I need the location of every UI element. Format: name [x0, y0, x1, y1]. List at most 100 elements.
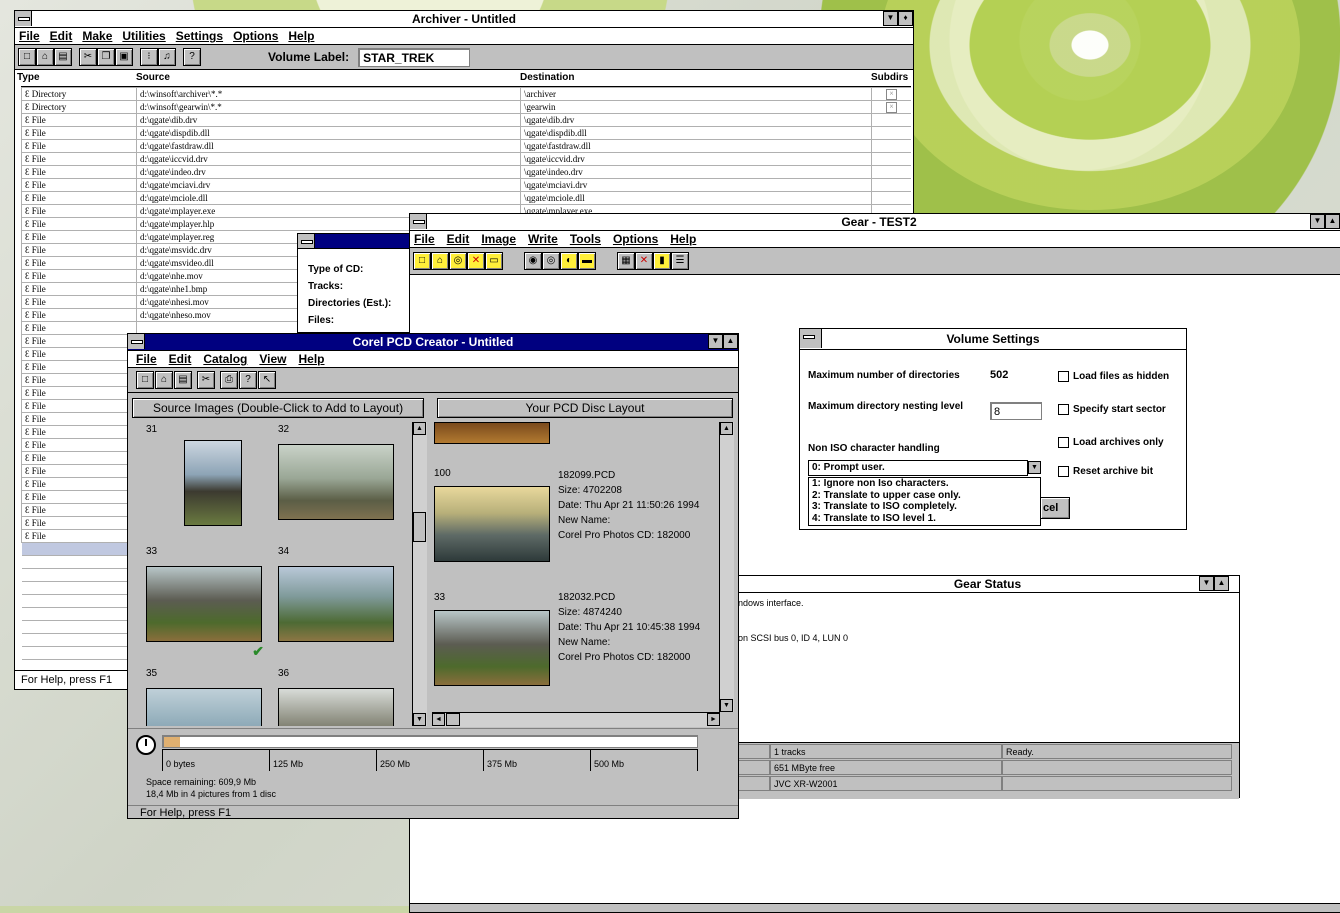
cut-icon[interactable]: ✂ [197, 371, 215, 389]
non-iso-select[interactable]: 0: Prompt user. [808, 460, 1028, 476]
corel-titlebar[interactable]: Corel PCD Creator - Untitled [128, 334, 738, 351]
option-upper-case[interactable]: 2: Translate to upper case only. [812, 490, 1040, 502]
volume-settings-titlebar[interactable]: Volume Settings [800, 329, 1186, 350]
open-icon[interactable]: ⌂ [431, 252, 449, 270]
maximize-icon[interactable]: ♦ [898, 11, 913, 26]
scroll-right-icon[interactable]: ► [707, 713, 720, 726]
system-menu-icon[interactable] [410, 214, 427, 229]
binary-icon[interactable]: ⁝ [140, 48, 158, 66]
thumbnail[interactable]: 31 [142, 422, 268, 540]
delete-icon[interactable]: ✕ [467, 252, 485, 270]
table-row[interactable]: Ɛ Directory d:\winsoft\archiver\*.* \archi… [21, 87, 911, 101]
layout-thumbnail[interactable]: 33 [434, 588, 550, 706]
system-menu-icon[interactable] [298, 234, 315, 248]
layout-thumbnail[interactable]: 100 [434, 464, 550, 582]
checkbox-load-archives[interactable]: Load archives only [1058, 437, 1164, 448]
blank-icon[interactable]: ▬ [578, 252, 596, 270]
menu-view[interactable]: View [259, 351, 286, 367]
gear-titlebar[interactable]: Gear - TEST2 [410, 214, 1340, 231]
table-row[interactable]: Ɛ File d:\qgate\dispdib.dll \qgate\dispdib… [21, 126, 911, 140]
help-icon[interactable]: ? [239, 371, 257, 389]
print-icon[interactable]: ⎙ [220, 371, 238, 389]
open-icon[interactable]: ⌂ [36, 48, 54, 66]
erase-icon[interactable]: ◐ [560, 252, 578, 270]
menu-help[interactable]: Help [288, 28, 314, 44]
new-icon[interactable]: □ [18, 48, 36, 66]
volume-label-input[interactable]: STAR_TREK [358, 47, 471, 67]
menu-help[interactable]: Help [670, 231, 696, 247]
gear-status-titlebar[interactable]: Gear Status [736, 576, 1239, 593]
folder-icon[interactable]: ▭ [485, 252, 503, 270]
new-icon[interactable]: □ [413, 252, 431, 270]
option-iso-level1[interactable]: 4: Translate to ISO level 1. [812, 513, 1040, 525]
maximize-icon[interactable]: ▲ [1214, 576, 1229, 591]
menu-catalog[interactable]: Catalog [203, 351, 247, 367]
archiver-titlebar[interactable]: Archiver - Untitled [15, 11, 913, 28]
paste-icon[interactable]: ▣ [115, 48, 133, 66]
cd-icon[interactable]: ◎ [449, 252, 467, 270]
scroll-thumb[interactable] [446, 713, 460, 726]
scroll-up-icon[interactable]: ▲ [720, 422, 733, 435]
table-row[interactable]: Ɛ Directory d:\winsoft\gearwin\*.* \gearwi… [21, 100, 911, 114]
music-icon[interactable]: ♫ [158, 48, 176, 66]
scroll-down-icon[interactable]: ▼ [720, 699, 733, 712]
menu-edit[interactable]: Edit [50, 28, 73, 44]
new-icon[interactable]: □ [136, 371, 154, 389]
info-icon[interactable]: ▮ [653, 252, 671, 270]
save-icon[interactable]: ▤ [174, 371, 192, 389]
maximize-icon[interactable]: ▲ [1325, 214, 1340, 229]
option-ignore[interactable]: 1: Ignore non Iso characters. [812, 478, 1040, 490]
checkbox-reset-archive[interactable]: Reset archive bit [1058, 466, 1153, 477]
menu-image[interactable]: Image [481, 231, 516, 247]
minimize-icon[interactable]: ▼ [1199, 576, 1214, 591]
menu-settings[interactable]: Settings [176, 28, 223, 44]
minimize-icon[interactable]: ▼ [1310, 214, 1325, 229]
option-iso-complete[interactable]: 3: Translate to ISO completely. [812, 501, 1040, 513]
help-icon[interactable]: ? [183, 48, 201, 66]
column-header-source[interactable]: Source [136, 72, 170, 83]
save-icon[interactable]: ▤ [54, 48, 72, 66]
menu-make[interactable]: Make [82, 28, 112, 44]
checkbox-start-sector[interactable]: Specify start sector [1058, 404, 1166, 415]
copy-cd-icon[interactable]: ◎ [542, 252, 560, 270]
maximize-icon[interactable]: ▲ [723, 334, 738, 349]
cut-icon[interactable]: ✂ [79, 48, 97, 66]
column-header-subdirs[interactable]: Subdirs [871, 72, 908, 83]
scroll-thumb[interactable] [413, 512, 426, 542]
context-help-icon[interactable]: ↖ [258, 371, 276, 389]
record-icon[interactable]: ◉ [524, 252, 542, 270]
system-menu-icon[interactable] [15, 11, 32, 26]
thumbnail[interactable]: 35 [142, 666, 268, 726]
thumbnail[interactable]: 34 [274, 544, 400, 662]
scroll-left-icon[interactable]: ◄ [432, 713, 445, 726]
menu-help[interactable]: Help [299, 351, 325, 367]
system-menu-icon[interactable] [800, 329, 822, 348]
dropdown-arrow-icon[interactable]: ▼ [1028, 461, 1041, 474]
thumbnail[interactable]: 36 [274, 666, 400, 726]
minimize-icon[interactable]: ▼ [883, 11, 898, 26]
minimize-icon[interactable]: ▼ [708, 334, 723, 349]
thumbnail[interactable]: 33 ✔ [142, 544, 268, 662]
menu-utilities[interactable]: Utilities [122, 28, 165, 44]
layout-scrollbar[interactable]: ▲ ▼ [719, 422, 734, 712]
subdirs-checkbox[interactable]: × [886, 102, 897, 113]
table-row[interactable]: Ɛ File d:\qgate\indeo.drv \qgate\indeo.drv [21, 165, 911, 179]
menu-edit[interactable]: Edit [169, 351, 192, 367]
cd-info-titlebar[interactable] [298, 234, 426, 249]
cancel-button[interactable]: cel [1040, 497, 1070, 519]
scroll-up-icon[interactable]: ▲ [413, 422, 426, 435]
scroll-down-icon[interactable]: ▼ [413, 713, 426, 726]
checkbox-load-hidden[interactable]: Load files as hidden [1058, 371, 1169, 382]
menu-options[interactable]: Options [233, 28, 278, 44]
menu-file[interactable]: File [19, 28, 40, 44]
thumbnail[interactable]: 32 [274, 422, 400, 540]
menu-file[interactable]: File [136, 351, 157, 367]
write-icon[interactable]: ▦ [617, 252, 635, 270]
menu-tools[interactable]: Tools [570, 231, 601, 247]
cancel-icon[interactable]: ✕ [635, 252, 653, 270]
table-row[interactable]: Ɛ File d:\qgate\dib.drv \qgate\dib.drv [21, 113, 911, 127]
system-menu-icon[interactable] [128, 334, 145, 349]
table-row[interactable]: Ɛ File d:\qgate\iccvid.drv \qgate\iccvid.d… [21, 152, 911, 166]
table-row[interactable]: Ɛ File d:\qgate\mciavi.drv \qgate\mciavi.d… [21, 178, 911, 192]
subdirs-checkbox[interactable]: × [886, 89, 897, 100]
